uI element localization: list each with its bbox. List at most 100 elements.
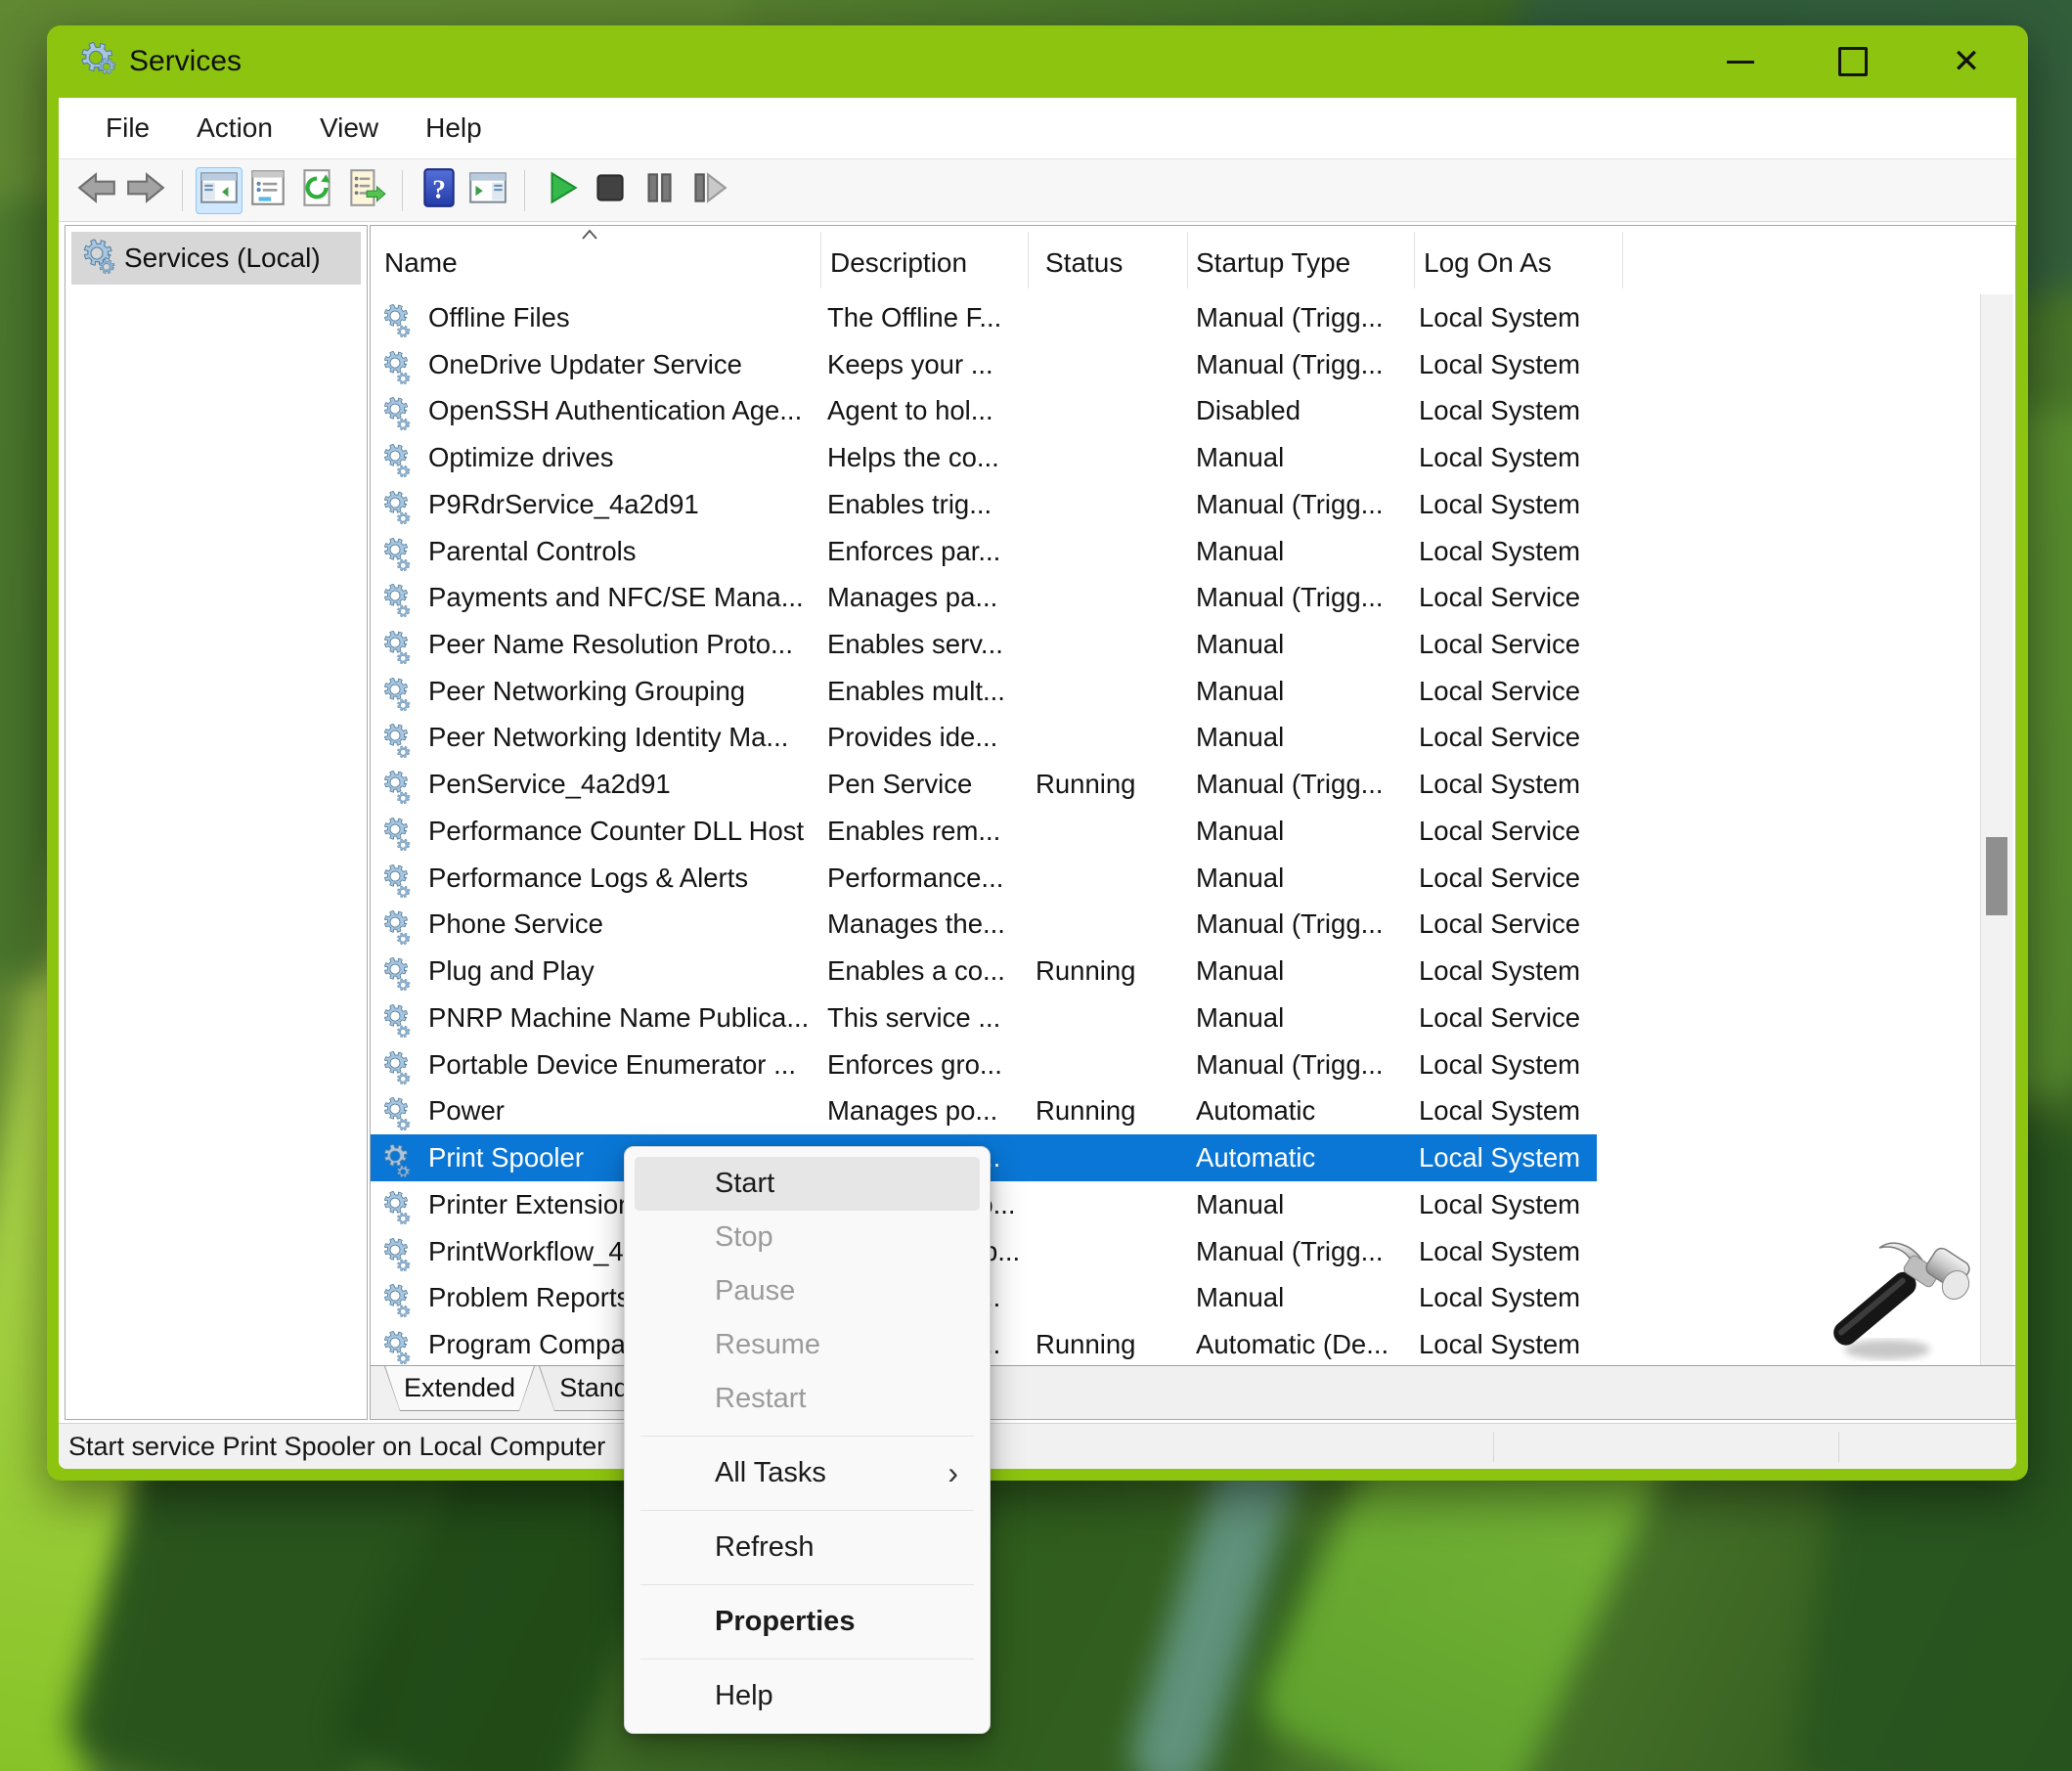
status-text: Start service Print Spooler on Local Com… <box>68 1432 605 1462</box>
column-header-log-on-as[interactable]: Log On As <box>1424 247 1552 279</box>
minimize-button[interactable] <box>1706 25 1775 98</box>
service-row-onedrive-updater-service[interactable]: OneDrive Updater ServiceKeeps your ...Ma… <box>371 341 1597 388</box>
service-row-penservice-4a2d91[interactable]: PenService_4a2d91Pen ServiceRunningManua… <box>371 761 1597 808</box>
context-menu: StartStopPauseResumeRestartAll Tasks›Ref… <box>624 1146 991 1734</box>
pause-service-button[interactable] <box>636 167 683 214</box>
service-row-optimize-drives[interactable]: Optimize drivesHelps the co...ManualLoca… <box>371 434 1597 481</box>
column-separator[interactable] <box>1414 232 1415 288</box>
services-window: Services ✕ FileActionViewHelp ? Services… <box>47 25 2028 1481</box>
back-icon <box>75 166 118 214</box>
cell-startup-type: Manual <box>1196 536 1419 567</box>
restart-service-icon <box>686 166 729 214</box>
vertical-scrollbar[interactable] <box>1980 294 2013 1368</box>
cell-startup-type: Manual (Trigg... <box>1196 1049 1419 1081</box>
show-action-pane-button[interactable] <box>464 167 511 214</box>
service-gear-icon <box>371 677 428 706</box>
service-row-power[interactable]: PowerManages po...RunningAutomaticLocal … <box>371 1087 1597 1134</box>
menu-separator <box>640 1436 974 1437</box>
service-row-parental-controls[interactable]: Parental ControlsEnforces par...ManualLo… <box>371 528 1597 575</box>
column-header-description[interactable]: Description <box>830 247 967 279</box>
cell-startup-type: Manual <box>1196 676 1419 707</box>
service-row-pnrp-machine-name-publica[interactable]: PNRP Machine Name Publica...This service… <box>371 995 1597 1041</box>
context-menu-item-help[interactable]: Help <box>635 1669 980 1723</box>
cell-startup-type: Manual <box>1196 1189 1419 1220</box>
service-row-payments-and-nfc-se-mana[interactable]: Payments and NFC/SE Mana...Manages pa...… <box>371 574 1597 621</box>
cell-log-on-as: Local System <box>1419 442 1597 473</box>
stop-service-button[interactable] <box>587 167 634 214</box>
cell-startup-type: Automatic <box>1196 1095 1419 1127</box>
cell-description: Enables trig... <box>827 489 1036 520</box>
menu-file[interactable]: File <box>82 98 173 158</box>
help-button[interactable]: ? <box>416 167 463 214</box>
start-service-button[interactable] <box>538 167 585 214</box>
service-row-portable-device-enumerator[interactable]: Portable Device Enumerator ...Enforces g… <box>371 1041 1597 1088</box>
service-row-p9rdrservice-4a2d91[interactable]: P9RdrService_4a2d91Enables trig...Manual… <box>371 481 1597 528</box>
service-row-peer-networking-identity-ma[interactable]: Peer Networking Identity Ma...Provides i… <box>371 715 1597 762</box>
context-menu-item-properties[interactable]: Properties <box>635 1595 980 1649</box>
list-body: Offline FilesThe Offline F...Manual (Tri… <box>371 294 1984 1368</box>
cell-startup-type: Manual <box>1196 442 1419 473</box>
close-button[interactable]: ✕ <box>1932 25 2001 98</box>
menu-separator <box>640 1510 974 1511</box>
menu-view[interactable]: View <box>296 98 402 158</box>
cell-name: Performance Counter DLL Host <box>428 816 827 847</box>
services-list-panel: Name Description Status Startup Type Log On … <box>370 225 2016 1420</box>
export-list-button[interactable] <box>342 167 389 214</box>
column-separator[interactable] <box>820 232 821 288</box>
services-gears-icon <box>79 238 114 280</box>
column-separator[interactable] <box>1187 232 1188 288</box>
cell-startup-type: Disabled <box>1196 395 1419 426</box>
show-console-tree-button[interactable] <box>196 167 242 214</box>
cell-name: Phone Service <box>428 908 827 940</box>
service-gear-icon <box>371 443 428 472</box>
service-gear-icon <box>371 490 428 519</box>
service-row-peer-networking-grouping[interactable]: Peer Networking GroupingEnables mult...M… <box>371 668 1597 715</box>
status-divider <box>1493 1432 1494 1462</box>
scrollbar-thumb[interactable] <box>1986 837 2007 915</box>
cell-description: Keeps your ... <box>827 349 1036 380</box>
cell-startup-type: Manual <box>1196 955 1419 987</box>
context-menu-item-stop: Stop <box>635 1211 980 1264</box>
back-button[interactable] <box>73 167 120 214</box>
context-menu-item-start[interactable]: Start <box>635 1157 980 1211</box>
properties-icon <box>246 166 289 214</box>
service-gear-icon <box>371 1283 428 1312</box>
refresh-button[interactable] <box>293 167 340 214</box>
menu-action[interactable]: Action <box>173 98 296 158</box>
tab-extended[interactable]: Extended <box>384 1366 535 1411</box>
column-header-startup-type[interactable]: Startup Type <box>1196 247 1350 279</box>
properties-button[interactable] <box>244 167 291 214</box>
cell-log-on-as: Local System <box>1419 1142 1597 1173</box>
service-gear-icon <box>371 583 428 612</box>
menu-help[interactable]: Help <box>402 98 506 158</box>
cell-name: Payments and NFC/SE Mana... <box>428 582 827 613</box>
forward-button[interactable] <box>122 167 169 214</box>
context-menu-item-refresh[interactable]: Refresh <box>635 1521 980 1574</box>
menu-separator <box>640 1584 974 1585</box>
tree-item-services-local[interactable]: Services (Local) <box>71 232 361 285</box>
service-row-performance-logs-alerts[interactable]: Performance Logs & AlertsPerformance...M… <box>371 855 1597 902</box>
service-row-peer-name-resolution-proto[interactable]: Peer Name Resolution Proto...Enables ser… <box>371 621 1597 668</box>
service-row-phone-service[interactable]: Phone ServiceManages the...Manual (Trigg… <box>371 902 1597 949</box>
service-row-offline-files[interactable]: Offline FilesThe Offline F...Manual (Tri… <box>371 294 1597 341</box>
column-header-name[interactable]: Name <box>384 247 458 279</box>
cell-status: Running <box>1036 1329 1196 1360</box>
list-header: Name Description Status Startup Type Log On … <box>371 226 2015 294</box>
service-row-openssh-authentication-age[interactable]: OpenSSH Authentication Age...Agent to ho… <box>371 387 1597 434</box>
submenu-arrow-icon: › <box>948 1446 958 1500</box>
cell-description: Performance... <box>827 863 1036 894</box>
service-row-performance-counter-dll-host[interactable]: Performance Counter DLL HostEnables rem.… <box>371 808 1597 855</box>
context-menu-item-all-tasks[interactable]: All Tasks› <box>635 1446 980 1500</box>
cell-status: Running <box>1036 955 1196 987</box>
cell-name: PenService_4a2d91 <box>428 769 827 800</box>
column-header-status[interactable]: Status <box>1045 247 1123 279</box>
maximize-button[interactable] <box>1819 25 1887 98</box>
service-gear-icon <box>371 1237 428 1266</box>
service-row-plug-and-play[interactable]: Plug and PlayEnables a co...RunningManua… <box>371 948 1597 995</box>
cell-name: OpenSSH Authentication Age... <box>428 395 827 426</box>
column-separator[interactable] <box>1028 232 1029 288</box>
cell-description: Provides ide... <box>827 722 1036 753</box>
restart-service-button[interactable] <box>684 167 731 214</box>
cell-log-on-as: Local System <box>1419 489 1597 520</box>
column-separator[interactable] <box>1622 232 1623 288</box>
